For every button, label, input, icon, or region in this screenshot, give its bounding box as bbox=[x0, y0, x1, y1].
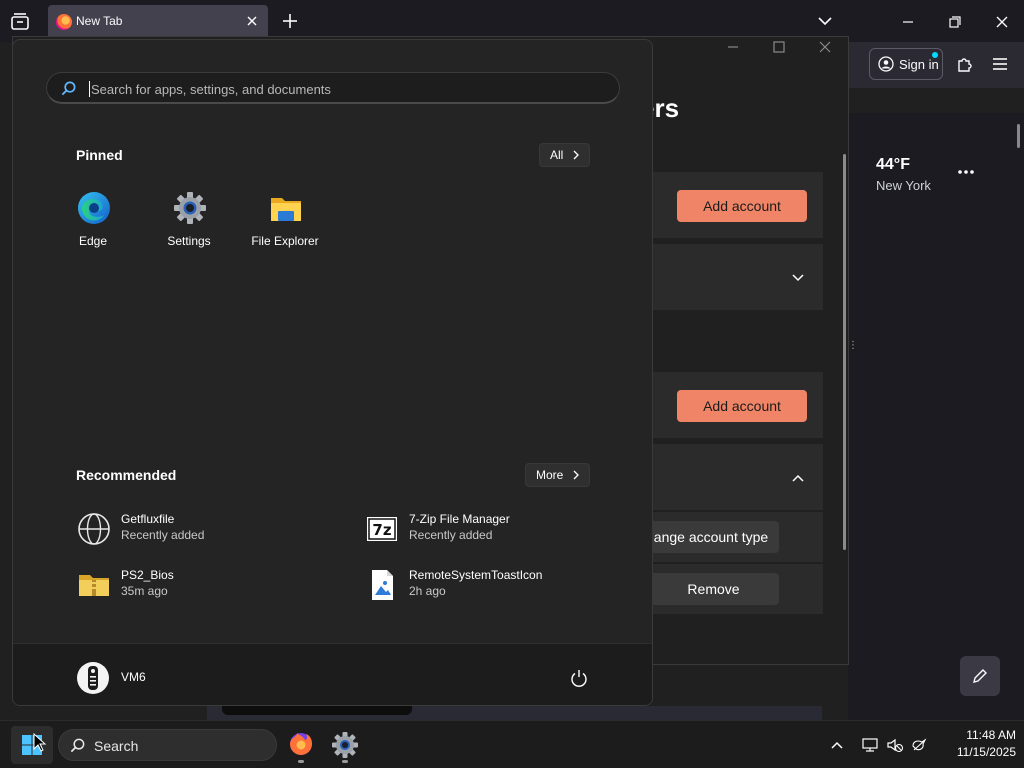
notification-dot bbox=[932, 52, 938, 58]
recommended-item[interactable]: PS2_Bios 35m ago bbox=[77, 565, 337, 605]
recommended-item-time: 2h ago bbox=[409, 584, 446, 598]
weather-temperature: 44°F bbox=[876, 156, 910, 173]
search-icon bbox=[61, 81, 76, 96]
image-file-icon bbox=[372, 570, 393, 600]
customize-button[interactable] bbox=[960, 656, 1000, 696]
taskbar-search-label: Search bbox=[94, 738, 139, 754]
close-tab-icon[interactable] bbox=[244, 13, 260, 29]
pencil-icon bbox=[973, 669, 987, 683]
pinned-app-settings[interactable]: Settings bbox=[144, 185, 234, 255]
zip-folder-icon bbox=[79, 575, 109, 596]
edge-icon bbox=[78, 192, 110, 224]
browser-tab[interactable]: New Tab bbox=[48, 5, 268, 39]
recommended-item-name: 7-Zip File Manager bbox=[409, 512, 510, 526]
text-caret bbox=[89, 81, 90, 97]
clock-time: 11:48 AM bbox=[966, 728, 1016, 742]
resize-grip[interactable]: ⋮ bbox=[848, 340, 858, 351]
user-avatar-icon bbox=[88, 666, 98, 690]
change-account-type-button[interactable]: ange account type bbox=[643, 521, 779, 553]
more-button[interactable]: More bbox=[525, 463, 590, 487]
restore-icon[interactable] bbox=[945, 12, 965, 32]
chevron-down-icon[interactable] bbox=[790, 270, 806, 286]
pinned-app-edge[interactable]: Edge bbox=[48, 185, 138, 255]
settings-gear-icon bbox=[174, 192, 206, 224]
extensions-puzzle-icon[interactable] bbox=[956, 55, 974, 73]
recommended-item[interactable]: RemoteSystemToastIcon 2h ago bbox=[365, 565, 625, 605]
search-input[interactable] bbox=[91, 79, 591, 99]
recommended-item-name: Getfluxfile bbox=[121, 512, 175, 526]
recommended-item[interactable]: Getfluxfile Recently added bbox=[77, 509, 337, 549]
recommended-item-name: RemoteSystemToastIcon bbox=[409, 568, 543, 582]
browser-content bbox=[848, 113, 1024, 720]
clock-date: 11/15/2025 bbox=[956, 745, 1016, 759]
pinned-app-file-explorer[interactable]: File Explorer bbox=[240, 185, 330, 255]
start-menu-footer: VM6 bbox=[13, 643, 652, 705]
settings-gear-icon bbox=[332, 732, 358, 758]
chevron-up-icon[interactable] bbox=[790, 470, 806, 486]
recommended-item-time: Recently added bbox=[121, 528, 205, 542]
remove-button[interactable]: Remove bbox=[648, 573, 779, 605]
chevron-up-icon[interactable] bbox=[830, 738, 844, 752]
search-icon bbox=[70, 738, 85, 753]
mouse-cursor-icon bbox=[33, 733, 47, 752]
chevron-right-icon bbox=[573, 470, 579, 480]
more-label: More bbox=[536, 468, 564, 482]
taskbar-app-settings[interactable] bbox=[327, 727, 363, 763]
pinned-app-label: Edge bbox=[78, 234, 108, 248]
running-indicator bbox=[342, 760, 348, 763]
pinned-app-label: File Explorer bbox=[251, 234, 319, 248]
taskbar: Search 11:48 AM 11/15/2025 bbox=[0, 720, 1024, 768]
more-options-icon[interactable] bbox=[956, 164, 976, 180]
taskbar-search[interactable]: Search bbox=[58, 729, 277, 761]
globe-icon bbox=[78, 513, 110, 545]
chevron-right-icon bbox=[573, 150, 579, 160]
file-explorer-icon bbox=[271, 198, 301, 221]
recommended-item-name: PS2_Bios bbox=[121, 568, 174, 582]
firefox-favicon-icon bbox=[56, 14, 72, 30]
user-name[interactable]: VM6 bbox=[121, 670, 146, 684]
all-apps-button[interactable]: All bbox=[539, 143, 590, 167]
add-account-button[interactable]: Add account bbox=[677, 390, 807, 422]
pinned-app-label: Settings bbox=[167, 234, 211, 248]
account-icon bbox=[878, 56, 894, 72]
new-tab-icon[interactable] bbox=[280, 11, 300, 31]
recommended-item[interactable]: 7z 7-Zip File Manager Recently added bbox=[365, 509, 625, 549]
sign-in-button[interactable]: Sign in bbox=[869, 48, 943, 80]
volume-muted-icon[interactable] bbox=[886, 736, 904, 754]
firefox-icon bbox=[290, 733, 312, 755]
recommended-heading: Recommended bbox=[76, 467, 177, 483]
add-account-button[interactable]: Add account bbox=[677, 190, 807, 222]
settings-minimize-icon[interactable] bbox=[726, 40, 740, 54]
taskbar-app-firefox[interactable] bbox=[283, 727, 319, 763]
running-indicator bbox=[298, 760, 304, 763]
battery-icon[interactable] bbox=[910, 736, 928, 754]
settings-close-icon[interactable] bbox=[818, 40, 832, 54]
chevron-down-icon[interactable] bbox=[816, 12, 834, 30]
all-apps-label: All bbox=[550, 148, 564, 162]
start-menu: Pinned All Edge Sett bbox=[12, 39, 653, 706]
recommended-item-time: Recently added bbox=[409, 528, 493, 542]
minimize-icon[interactable] bbox=[898, 12, 918, 32]
settings-maximize-icon[interactable] bbox=[772, 40, 786, 54]
settings-scrollbar[interactable] bbox=[843, 154, 846, 550]
list-all-tabs-icon[interactable] bbox=[8, 10, 32, 34]
close-window-icon[interactable] bbox=[992, 12, 1012, 32]
tab-title: New Tab bbox=[76, 14, 123, 28]
pinned-heading: Pinned bbox=[76, 147, 123, 163]
hamburger-menu-icon[interactable] bbox=[991, 56, 1009, 72]
svg-text:7z: 7z bbox=[372, 521, 391, 539]
background-window-edge bbox=[222, 706, 412, 715]
avatar[interactable] bbox=[77, 662, 109, 694]
network-icon[interactable] bbox=[861, 736, 879, 754]
start-search-box[interactable] bbox=[46, 72, 620, 104]
power-icon[interactable] bbox=[569, 668, 589, 688]
browser-scrollbar[interactable] bbox=[1017, 124, 1020, 148]
system-clock[interactable]: 11:48 AM 11/15/2025 bbox=[936, 727, 1016, 761]
sign-in-label: Sign in bbox=[899, 57, 939, 72]
weather-city: New York bbox=[876, 178, 931, 193]
recommended-item-time: 35m ago bbox=[121, 584, 168, 598]
7zip-icon: 7z bbox=[367, 517, 397, 541]
